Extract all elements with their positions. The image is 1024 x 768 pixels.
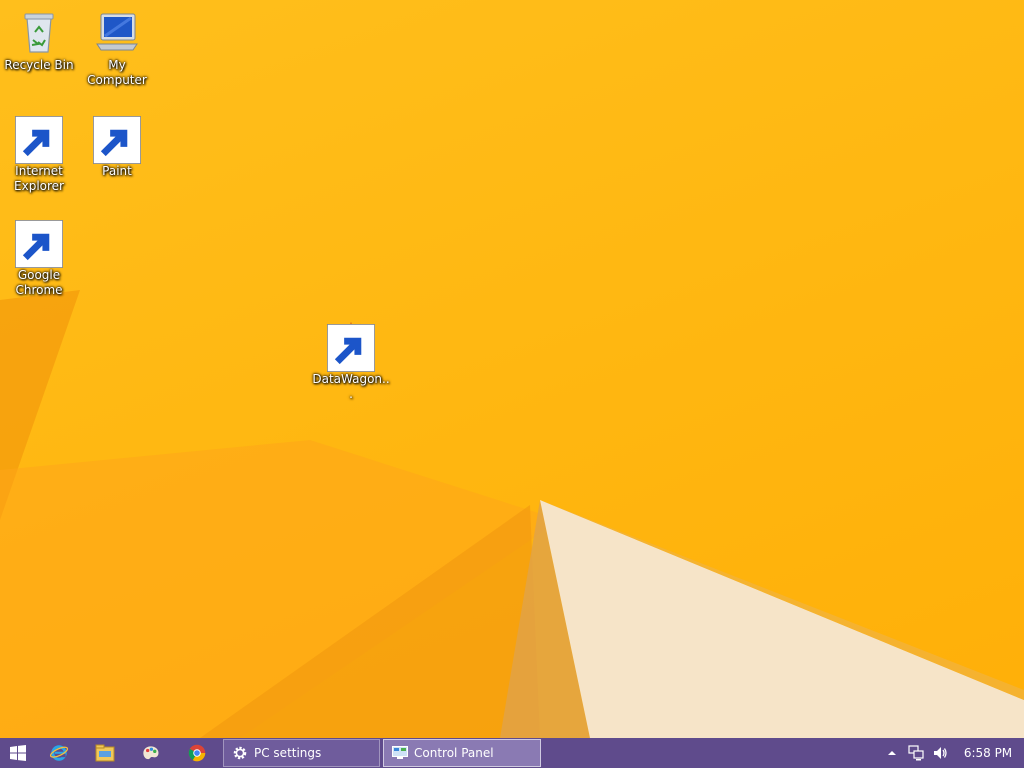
my-computer-label: My Computer (87, 58, 147, 87)
wallpaper (0, 290, 1024, 738)
start-button[interactable] (0, 738, 36, 768)
control-panel-label: Control Panel (414, 746, 494, 760)
internet-explorer-icon (15, 114, 63, 164)
computer-icon (93, 8, 141, 56)
datawagon-star-icon (327, 322, 375, 372)
internet-explorer-shortcut[interactable]: Internet Explorer (0, 114, 78, 194)
internet-explorer-label: Internet Explorer (14, 164, 64, 193)
desktop[interactable]: Recycle Bin My Computer Internet Explore… (0, 0, 1024, 738)
paint-label: Paint (102, 164, 132, 178)
paint-icon (143, 746, 159, 760)
taskbar-control-panel-button[interactable]: Control Panel (383, 739, 541, 767)
network-icon (908, 745, 924, 761)
shortcut-arrow-icon (93, 116, 141, 164)
recycle-bin-shortcut[interactable]: Recycle Bin (0, 8, 78, 73)
shortcut-arrow-icon (15, 220, 63, 268)
pc-settings-label: PC settings (254, 746, 322, 760)
google-chrome-label: Google Chrome (15, 268, 63, 297)
taskbar-file-explorer-button[interactable] (82, 738, 128, 768)
taskbar-clock[interactable]: 6:58 PM (952, 746, 1024, 760)
file-explorer-icon (95, 744, 115, 762)
shortcut-arrow-icon (15, 116, 63, 164)
recycle-bin-label: Recycle Bin (4, 58, 74, 72)
internet-explorer-icon (49, 745, 69, 761)
system-tray: 6:58 PM (880, 738, 1024, 768)
volume-button[interactable] (928, 738, 952, 768)
chrome-icon (188, 744, 206, 762)
taskbar-paint-button[interactable] (128, 738, 174, 768)
paint-palette-icon (93, 114, 141, 164)
gear-icon (233, 746, 247, 760)
network-button[interactable] (904, 738, 928, 768)
control-panel-icon (392, 746, 408, 759)
show-hidden-icons-button[interactable] (880, 738, 904, 768)
datawagon-label: DataWagon... (312, 372, 390, 401)
taskbar-internet-explorer-button[interactable] (36, 738, 82, 768)
chevron-up-icon (888, 751, 896, 755)
datawagon-shortcut[interactable]: DataWagon... (312, 322, 390, 402)
taskbar: PC settings Control Panel 6:58 PM (0, 738, 1024, 768)
windows-logo-icon (10, 745, 26, 761)
chrome-icon (15, 218, 63, 268)
shortcut-arrow-icon (327, 324, 375, 372)
taskbar-chrome-button[interactable] (174, 738, 220, 768)
recycle-bin-icon (15, 8, 63, 56)
my-computer-shortcut[interactable]: My Computer (78, 8, 156, 88)
paint-shortcut[interactable]: Paint (78, 114, 156, 179)
google-chrome-shortcut[interactable]: Google Chrome (0, 218, 78, 298)
taskbar-pc-settings-button[interactable]: PC settings (223, 739, 380, 767)
volume-icon (934, 747, 947, 759)
